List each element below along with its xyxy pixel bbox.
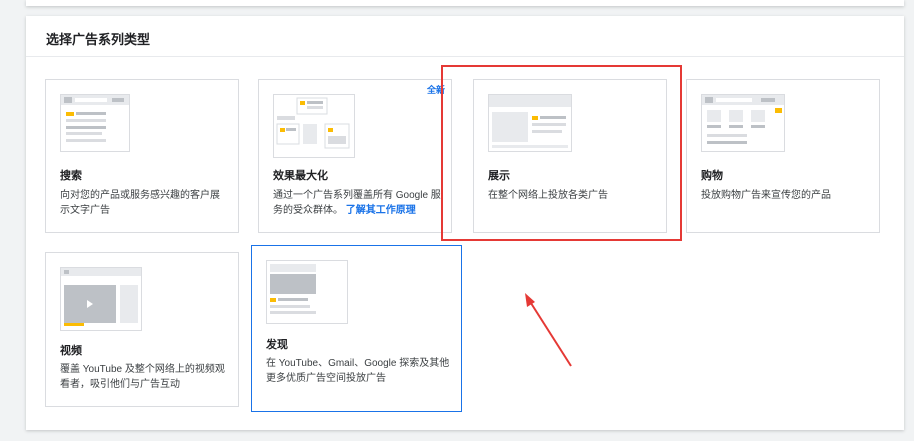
card-title: 视频: [60, 345, 82, 357]
campaign-type-video-card[interactable]: 视频 覆盖 YouTube 及整个网络上的视频观看者，吸引他们与广告互动: [45, 252, 239, 407]
card-title: 发现: [266, 339, 288, 351]
performance-max-illustration-icon: [273, 94, 355, 158]
discovery-ad-illustration-icon: [266, 260, 348, 324]
search-ad-illustration-icon: [60, 94, 130, 152]
card-description: 在 YouTube、Gmail、Google 探索及其他更多优质广告空间投放广告: [266, 358, 450, 384]
card-description: 投放购物广告来宣传您的产品: [701, 190, 831, 201]
card-description: 向对您的产品或服务感兴趣的客户展示文字广告: [60, 190, 220, 216]
previous-section-card: [26, 0, 904, 6]
card-title: 效果最大化: [273, 170, 328, 182]
campaign-type-search-card[interactable]: 搜索 向对您的产品或服务感兴趣的客户展示文字广告: [45, 79, 239, 233]
campaign-type-discovery-card[interactable]: 发现 在 YouTube、Gmail、Google 探索及其他更多优质广告空间投…: [251, 245, 462, 412]
divider: [26, 56, 904, 57]
card-description: 覆盖 YouTube 及整个网络上的视频观看者，吸引他们与广告互动: [60, 364, 225, 390]
panel-title: 选择广告系列类型: [46, 32, 151, 47]
learn-how-it-works-link[interactable]: 了解其工作原理: [346, 205, 416, 216]
annotation-highlight-box: [441, 65, 682, 241]
shopping-ad-illustration-icon: [701, 94, 785, 152]
video-ad-illustration-icon: [60, 267, 142, 331]
campaign-type-performance-max-card[interactable]: 全新 效果最大化 通过一个广告系列覆盖所有 Google 服务的受众群体。 了解…: [258, 79, 452, 233]
campaign-type-shopping-card[interactable]: 购物 投放购物广告来宣传您的产品: [686, 79, 880, 233]
card-title: 搜索: [60, 170, 82, 182]
card-description: 通过一个广告系列覆盖所有 Google 服务的受众群体。 了解其工作原理: [273, 188, 441, 218]
card-title: 购物: [701, 170, 723, 182]
annotation-arrow-icon: [525, 293, 572, 367]
